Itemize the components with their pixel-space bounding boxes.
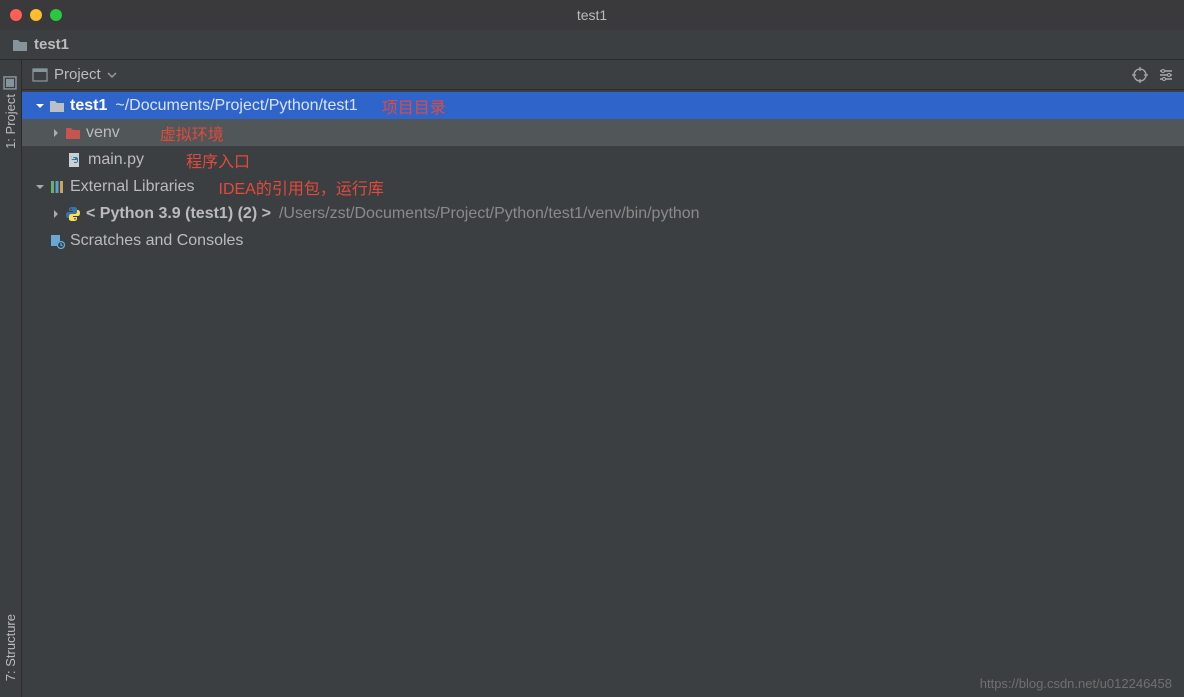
annotation-main-py: 程序入口 xyxy=(186,148,250,172)
traffic-lights xyxy=(10,9,62,21)
chevron-right-icon[interactable] xyxy=(48,209,64,219)
tree-node-scratches-name: Scratches and Consoles xyxy=(70,232,243,250)
scratches-icon xyxy=(48,233,66,249)
tree-node-external-libraries-name: External Libraries xyxy=(70,178,195,196)
sidebar-tab-structure-label: 7: Structure xyxy=(3,614,18,681)
tree-node-root-path: ~/Documents/Project/Python/test1 xyxy=(115,97,357,115)
tree-node-python-sdk-path: /Users/zst/Documents/Project/Python/test… xyxy=(279,205,700,223)
chevron-down-icon[interactable] xyxy=(32,182,48,192)
python-file-icon xyxy=(66,152,84,168)
minimize-window-button[interactable] xyxy=(30,9,42,21)
python-icon xyxy=(64,206,82,222)
project-view-icon xyxy=(32,67,48,83)
annotation-external-libs: IDEA的引用包，运行库 xyxy=(219,175,384,199)
close-window-button[interactable] xyxy=(10,9,22,21)
folder-excluded-icon xyxy=(64,126,82,140)
window-title: test1 xyxy=(577,7,607,23)
tree-node-scratches[interactable]: Scratches and Consoles xyxy=(22,227,1184,254)
maximize-window-button[interactable] xyxy=(50,9,62,21)
project-panel: Project t xyxy=(22,60,1184,697)
project-panel-header: Project xyxy=(22,60,1184,90)
chevron-down-icon[interactable] xyxy=(32,101,48,111)
tree-node-venv[interactable]: venv 虚拟环境 xyxy=(22,119,1184,146)
sidebar-tab-project[interactable]: 1: Project xyxy=(1,66,20,159)
project-tree[interactable]: test1 ~/Documents/Project/Python/test1 项… xyxy=(22,90,1184,697)
libraries-icon xyxy=(48,179,66,195)
annotation-root: 项目目录 xyxy=(382,94,446,118)
tree-node-venv-name: venv xyxy=(86,124,120,142)
tree-node-external-libraries[interactable]: External Libraries IDEA的引用包，运行库 xyxy=(22,173,1184,200)
settings-icon[interactable] xyxy=(1158,67,1174,83)
folder-icon xyxy=(48,99,66,113)
window-titlebar: test1 xyxy=(0,0,1184,30)
left-sidebar-tabs: 1: Project 7: Structure xyxy=(0,60,22,697)
chevron-down-icon[interactable] xyxy=(107,70,117,80)
breadcrumb[interactable]: test1 xyxy=(0,30,1184,60)
tree-node-root[interactable]: test1 ~/Documents/Project/Python/test1 项… xyxy=(22,92,1184,119)
breadcrumb-project-name: test1 xyxy=(34,36,69,53)
tree-node-root-name: test1 xyxy=(70,97,107,115)
panel-header-label[interactable]: Project xyxy=(54,66,101,83)
annotation-venv: 虚拟环境 xyxy=(160,121,224,145)
sidebar-tab-structure[interactable]: 7: Structure xyxy=(1,604,20,691)
tree-node-python-sdk-name: < Python 3.9 (test1) (2) > xyxy=(86,205,271,223)
watermark: https://blog.csdn.net/u012246458 xyxy=(980,676,1172,691)
tree-node-main-py-name: main.py xyxy=(88,151,144,169)
folder-icon xyxy=(12,38,28,52)
chevron-right-icon[interactable] xyxy=(48,128,64,138)
sidebar-tab-project-label: 1: Project xyxy=(3,94,18,149)
tree-node-main-py[interactable]: main.py 程序入口 xyxy=(22,146,1184,173)
tree-node-python-sdk[interactable]: < Python 3.9 (test1) (2) > /Users/zst/Do… xyxy=(22,200,1184,227)
project-icon xyxy=(4,76,18,90)
target-icon[interactable] xyxy=(1132,67,1148,83)
